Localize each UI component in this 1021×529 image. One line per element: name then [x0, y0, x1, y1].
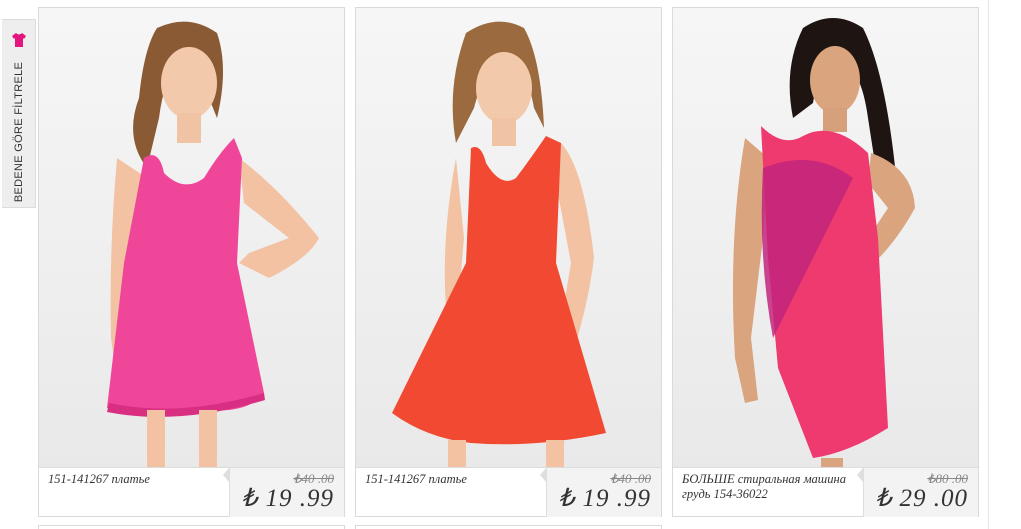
- product-info: 151-141267 платье ₺40 .00 ₺ 19 .99: [39, 467, 344, 517]
- filter-by-size-label: BEDENE GÖRE FİLTRELE: [13, 61, 25, 203]
- product-card[interactable]: БОЛЬШЕ стиральная машина грудь 154-36022…: [672, 7, 979, 517]
- column-divider: [988, 0, 989, 529]
- sale-price: ₺ 29 .00: [875, 485, 968, 512]
- product-image[interactable]: [356, 8, 661, 467]
- sale-price: ₺ 19 .99: [241, 485, 334, 512]
- product-image[interactable]: [39, 8, 344, 467]
- product-name[interactable]: БОЛЬШЕ стиральная машина грудь 154-36022: [682, 472, 858, 502]
- product-image[interactable]: [673, 8, 978, 467]
- filter-by-size-tab[interactable]: BEDENE GÖRE FİLTRELE: [2, 19, 36, 208]
- sale-price: ₺ 19 .99: [558, 485, 651, 512]
- product-card[interactable]: 151-141267 платье ₺40 .00 ₺ 19 .99: [38, 7, 345, 517]
- product-card[interactable]: 151-141267 платье ₺40 .00 ₺ 19 .99: [355, 7, 662, 517]
- product-card-next-row: [355, 525, 662, 529]
- tshirt-icon: [11, 32, 27, 48]
- product-name[interactable]: 151-141267 платье: [365, 472, 541, 487]
- product-card-next-row: [38, 525, 345, 529]
- price-box: ₺40 .00 ₺ 19 .99: [540, 468, 661, 517]
- price-box: ₺40 .00 ₺ 19 .99: [223, 468, 344, 517]
- product-info: 151-141267 платье ₺40 .00 ₺ 19 .99: [356, 467, 661, 517]
- product-name[interactable]: 151-141267 платье: [48, 472, 224, 487]
- product-info: БОЛЬШЕ стиральная машина грудь 154-36022…: [673, 467, 978, 517]
- price-box: ₺80 .00 ₺ 29 .00: [857, 468, 978, 517]
